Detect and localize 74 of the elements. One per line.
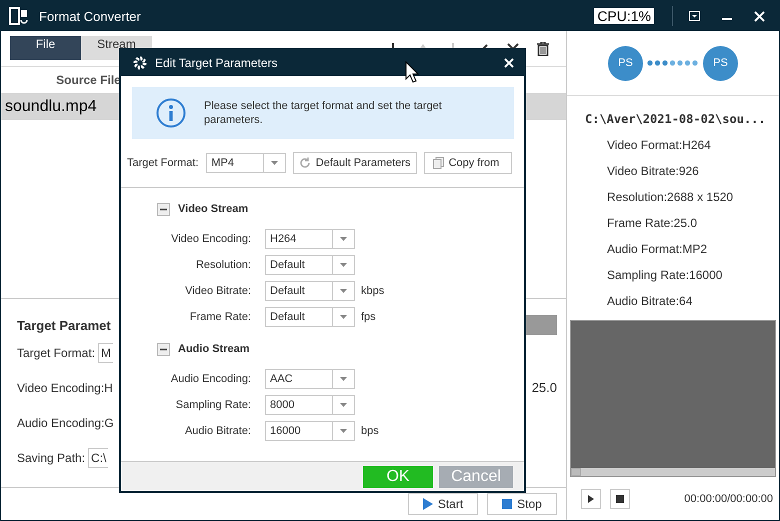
copy-icon [432,157,444,169]
dropdown[interactable]: 8000 [265,395,355,415]
caret-icon [340,263,347,267]
video-encoding: Video Encoding:H [17,380,113,394]
cpu-usage: CPU:1% [594,8,654,24]
play-icon [422,498,433,510]
dropdown[interactable]: 16000 [265,421,355,441]
file-path: C:\Aver\2021-08-02\sou... [584,111,767,128]
default-parameters-button[interactable]: Default Parameters [292,152,417,174]
caret-icon [340,289,347,293]
field-label: Audio Encoding: [170,373,252,385]
caret-icon [270,161,278,165]
field-label: Frame Rate: [188,311,252,323]
dotted-connector [647,60,699,66]
field-label: Saving Path: [17,450,86,464]
section-title: Audio Stream [178,343,250,355]
delete-icon[interactable] [537,42,549,56]
unit-label: kbps [361,285,384,297]
play-icon [588,494,594,502]
detail-text: Audio Bitrate:64 [606,293,694,310]
stop-button[interactable]: Stop [487,493,557,515]
gear-icon [133,56,147,70]
scroll-thumb[interactable] [571,468,581,476]
detail-text: Audio Format:MP2 [606,241,708,258]
dropdown[interactable]: Default [265,307,355,327]
field-label: Sampling Rate: [174,399,252,411]
stop-button[interactable] [610,488,630,508]
stop-icon [502,499,512,509]
caret-icon [340,429,347,433]
field-label: Video Encoding: [170,233,252,245]
detail-text: Frame Rate:25.0 [606,215,698,232]
dropdown[interactable]: H264 [265,229,355,249]
detail-text: Video Bitrate:926 [606,163,700,180]
start-button[interactable]: Start [408,493,478,515]
detail-text: Sampling Rate:16000 [606,267,724,284]
detail-text: Resolution:2688 x 1520 [606,189,734,206]
tab[interactable]: File [10,36,81,60]
collapse-icon[interactable] [157,202,170,216]
section-title: Video Stream [178,203,248,215]
stop-icon [616,494,624,502]
collapse-icon[interactable] [157,342,170,356]
field-label: Target Format: [127,157,200,169]
field-label: Audio Bitrate: [184,425,252,437]
frame-rate: 25.0 [532,380,557,395]
caret-icon [340,377,347,381]
dropdown[interactable]: AAC [265,369,355,389]
play-button[interactable] [581,488,601,508]
dropdown[interactable]: Default [265,281,355,301]
unit-label: fps [361,311,376,323]
playback-time: 00:00:00/00:00:00 [684,492,773,504]
app-logo-icon [9,7,29,25]
source-badge: PS [608,46,643,80]
dropdown[interactable]: Default [265,255,355,275]
dropdown[interactable]: MP4 [206,153,286,173]
unit-label: bps [361,425,379,437]
cursor-icon [405,61,419,83]
target-badge: PS [703,46,738,80]
info-message: Please select the target format and set the target parameters. [204,99,443,127]
window-title: Format Converter [39,8,142,24]
field-label: Resolution: [194,259,252,271]
info-icon [156,98,186,128]
format-field[interactable]: M [98,342,114,362]
caret-icon [340,403,347,407]
caret-icon [340,315,347,319]
detail-text: Video Format:H264 [606,137,712,154]
section-title: Target Paramet [17,318,111,332]
path-field[interactable]: C:\ [88,448,108,468]
field-label: Video Bitrate: [184,285,252,297]
dialog-title: Edit Target Parameters [155,56,279,70]
refresh-icon [298,157,311,169]
caret-icon [340,237,347,241]
audio-encoding: Audio Encoding:G [17,416,114,430]
field-label: Target Format: [17,346,96,360]
copy-from-button[interactable]: Copy from [424,152,512,174]
